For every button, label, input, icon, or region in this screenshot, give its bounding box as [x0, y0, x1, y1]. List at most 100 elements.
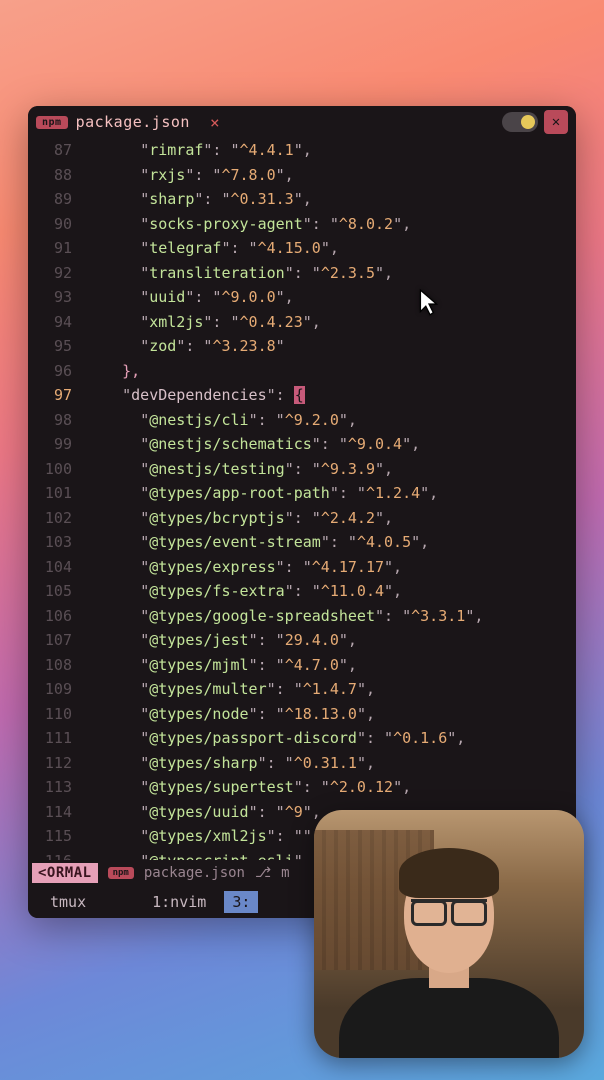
tab-filename[interactable]: package.json: [76, 113, 190, 131]
line-content: "@nestjs/cli": "^9.2.0",: [86, 408, 576, 433]
line-content: "@types/app-root-path": "^1.2.4",: [86, 481, 576, 506]
line-content: "@types/sharp": "^0.31.1",: [86, 751, 576, 776]
code-line: 95 "zod": "^3.23.8": [28, 334, 576, 359]
git-branch-name: m: [281, 865, 289, 881]
line-content: "@types/jest": "29.4.0",: [86, 628, 576, 653]
code-line: 110 "@types/node": "^18.13.0",: [28, 702, 576, 727]
line-content: "@types/passport-discord": "^0.1.6",: [86, 726, 576, 751]
tmux-window-1[interactable]: 1:nvim: [144, 891, 214, 913]
code-line: 98 "@nestjs/cli": "^9.2.0",: [28, 408, 576, 433]
code-line: 104 "@types/express": "^4.17.17",: [28, 555, 576, 580]
line-content: "@types/bcryptjs": "^2.4.2",: [86, 506, 576, 531]
line-number: 112: [28, 751, 86, 776]
line-number: 93: [28, 285, 86, 310]
line-content: "sharp": "^0.31.3",: [86, 187, 576, 212]
line-number: 106: [28, 604, 86, 629]
line-content: "socks-proxy-agent": "^8.0.2",: [86, 212, 576, 237]
line-number: 99: [28, 432, 86, 457]
code-line: 90 "socks-proxy-agent": "^8.0.2",: [28, 212, 576, 237]
line-content: "@types/express": "^4.17.17",: [86, 555, 576, 580]
line-number: 103: [28, 530, 86, 555]
line-content: "telegraf": "^4.15.0",: [86, 236, 576, 261]
titlebar: npm package.json × ✕: [28, 106, 576, 138]
line-content: "devDependencies": {: [86, 383, 576, 408]
line-number: 95: [28, 334, 86, 359]
code-line: 100 "@nestjs/testing": "^9.3.9",: [28, 457, 576, 482]
line-content: "xml2js": "^0.4.23",: [86, 310, 576, 335]
code-line: 108 "@types/mjml": "^4.7.0",: [28, 653, 576, 678]
code-line: 112 "@types/sharp": "^0.31.1",: [28, 751, 576, 776]
tmux-window-active[interactable]: 3:: [224, 891, 258, 913]
theme-toggle[interactable]: [502, 112, 538, 132]
line-number: 108: [28, 653, 86, 678]
code-line: 89 "sharp": "^0.31.3",: [28, 187, 576, 212]
line-content: "@types/node": "^18.13.0",: [86, 702, 576, 727]
line-content: "transliteration": "^2.3.5",: [86, 261, 576, 286]
tmux-session-name[interactable]: tmux: [42, 891, 94, 913]
line-content: "@types/fs-extra": "^11.0.4",: [86, 579, 576, 604]
code-line: 99 "@nestjs/schematics": "^9.0.4",: [28, 432, 576, 457]
line-number: 89: [28, 187, 86, 212]
line-number: 98: [28, 408, 86, 433]
line-number: 111: [28, 726, 86, 751]
code-line: 92 "transliteration": "^2.3.5",: [28, 261, 576, 286]
code-line: 106 "@types/google-spreadsheet": "^3.3.1…: [28, 604, 576, 629]
line-number: 88: [28, 163, 86, 188]
code-line: 109 "@types/multer": "^1.4.7",: [28, 677, 576, 702]
tab-close-icon[interactable]: ×: [210, 113, 220, 132]
code-line: 88 "rxjs": "^7.8.0",: [28, 163, 576, 188]
line-number: 97: [28, 383, 86, 408]
code-line: 93 "uuid": "^9.0.0",: [28, 285, 576, 310]
line-number: 114: [28, 800, 86, 825]
code-line: 103 "@types/event-stream": "^4.0.5",: [28, 530, 576, 555]
line-content: "@types/google-spreadsheet": "^3.3.1",: [86, 604, 576, 629]
line-number: 87: [28, 138, 86, 163]
code-line: 94 "xml2js": "^0.4.23",: [28, 310, 576, 335]
line-content: "zod": "^3.23.8": [86, 334, 576, 359]
line-number: 115: [28, 824, 86, 849]
code-line: 107 "@types/jest": "29.4.0",: [28, 628, 576, 653]
line-number: 116: [28, 849, 86, 861]
line-number: 100: [28, 457, 86, 482]
line-number: 105: [28, 579, 86, 604]
code-line: 111 "@types/passport-discord": "^0.1.6",: [28, 726, 576, 751]
line-content: },: [86, 359, 576, 384]
window-close-button[interactable]: ✕: [544, 110, 568, 134]
line-number: 104: [28, 555, 86, 580]
code-line: 91 "telegraf": "^4.15.0",: [28, 236, 576, 261]
code-line: 97 "devDependencies": {: [28, 383, 576, 408]
line-content: "@types/mjml": "^4.7.0",: [86, 653, 576, 678]
code-line: 102 "@types/bcryptjs": "^2.4.2",: [28, 506, 576, 531]
line-content: "@nestjs/testing": "^9.3.9",: [86, 457, 576, 482]
line-number: 91: [28, 236, 86, 261]
code-line: 87 "rimraf": "^4.4.1",: [28, 138, 576, 163]
line-number: 102: [28, 506, 86, 531]
vim-mode-indicator: <ORMAL: [32, 863, 98, 883]
line-number: 90: [28, 212, 86, 237]
code-line: 96 },: [28, 359, 576, 384]
line-content: "uuid": "^9.0.0",: [86, 285, 576, 310]
line-number: 109: [28, 677, 86, 702]
code-line: 101 "@types/app-root-path": "^1.2.4",: [28, 481, 576, 506]
line-number: 113: [28, 775, 86, 800]
line-content: "rimraf": "^4.4.1",: [86, 138, 576, 163]
line-content: "rxjs": "^7.8.0",: [86, 163, 576, 188]
status-filetype-badge: npm: [108, 867, 134, 879]
file-type-badge: npm: [36, 116, 68, 129]
code-line: 113 "@types/supertest": "^2.0.12",: [28, 775, 576, 800]
line-number: 101: [28, 481, 86, 506]
line-content: "@types/multer": "^1.4.7",: [86, 677, 576, 702]
line-number: 94: [28, 310, 86, 335]
editor-window: npm package.json × ✕ 87 "rimraf": "^4.4.…: [28, 106, 576, 918]
line-content: "@types/event-stream": "^4.0.5",: [86, 530, 576, 555]
line-content: "@types/supertest": "^2.0.12",: [86, 775, 576, 800]
line-number: 92: [28, 261, 86, 286]
line-content: "@nestjs/schematics": "^9.0.4",: [86, 432, 576, 457]
status-filename: package.json: [144, 865, 245, 881]
line-number: 107: [28, 628, 86, 653]
line-number: 96: [28, 359, 86, 384]
code-editor[interactable]: 87 "rimraf": "^4.4.1",88 "rxjs": "^7.8.0…: [28, 138, 576, 860]
webcam-overlay: [314, 810, 584, 1058]
line-number: 110: [28, 702, 86, 727]
git-branch-icon: ⎇: [255, 865, 271, 881]
